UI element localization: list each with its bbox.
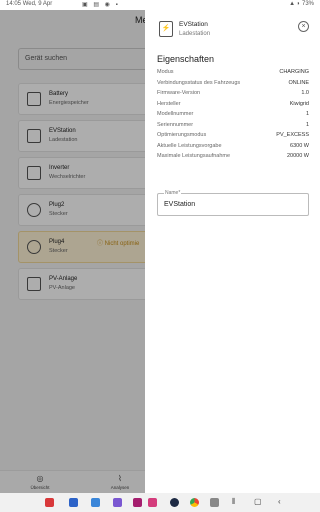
app-shortcut-icon[interactable] <box>148 498 157 507</box>
settings-icon[interactable] <box>170 498 179 507</box>
property-row: Hersteller Kiwigrid <box>157 100 309 107</box>
name-input-label: Name* <box>164 190 182 196</box>
property-row: Seriennummer 1 <box>157 121 309 128</box>
device-detail-panel: ⚡ EVStation Ladestation × Eigenschaften … <box>145 10 320 493</box>
back-icon[interactable]: ‹ <box>278 497 281 506</box>
property-row: Modellnummer 1 <box>157 111 309 117</box>
name-input-value: EVStation <box>164 201 196 208</box>
panel-title: EVStation <box>179 21 208 28</box>
app-shortcut-icon[interactable] <box>91 498 100 507</box>
app-shortcut-icon[interactable] <box>133 498 142 507</box>
properties-list: Modus CHARGING Verbindungsstatus des Fahr… <box>157 69 309 164</box>
panel-subtitle: Ladestation <box>179 31 211 37</box>
status-notification-icons: ▣ ▤ ◉ ▪ <box>82 2 120 8</box>
app-drawer-icon[interactable] <box>210 498 219 507</box>
property-row: Aktuelle Leistungsvorgabe 6300 W <box>157 142 309 149</box>
property-row: Firmware-Version 1.0 <box>157 90 309 96</box>
recent-apps-icon[interactable]: ⦀ <box>232 497 236 507</box>
home-icon[interactable]: ▢ <box>254 497 262 506</box>
property-row: Modus CHARGING <box>157 69 309 75</box>
battery-indicator: ▲ ◗ 73% <box>289 1 314 7</box>
ev-station-icon: ⚡ <box>159 21 173 37</box>
section-title: Eigenschaften <box>157 54 215 64</box>
status-time: 14:05 Wed, 9 Apr <box>6 1 53 7</box>
property-row: Optimierungsmodus PV_EXCESS <box>157 132 309 138</box>
property-row: Verbindungsstatus des Fahrzeugs ONLINE <box>157 79 309 86</box>
system-navigation-bar: ⦀ ▢ ‹ <box>0 493 320 512</box>
status-bar: 14:05 Wed, 9 Apr ▣ ▤ ◉ ▪ ▲ ◗ 73% <box>0 0 320 10</box>
app-shortcut-icon[interactable] <box>113 498 122 507</box>
close-button[interactable]: × <box>298 21 309 32</box>
app-shortcut-icon[interactable] <box>45 498 54 507</box>
close-icon: × <box>301 23 306 30</box>
property-row: Maximale Leistungsaufnahme 20000 W <box>157 153 309 159</box>
app-shortcut-icon[interactable] <box>69 498 78 507</box>
name-input[interactable]: Name* EVStation <box>157 190 309 216</box>
chrome-icon[interactable] <box>190 498 199 507</box>
